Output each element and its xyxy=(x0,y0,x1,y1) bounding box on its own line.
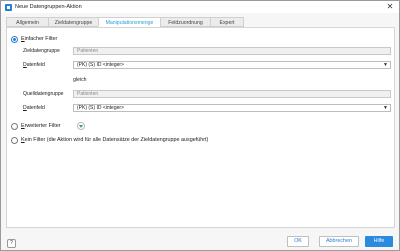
filter-icon[interactable] xyxy=(77,122,85,130)
title-bar: Neue Datengruppen-Aktion ✕ xyxy=(1,1,399,13)
no-filter-radio[interactable] xyxy=(11,137,18,144)
window-title: Neue Datengruppen-Aktion xyxy=(15,4,82,10)
target-group-field: Patienten xyxy=(73,47,391,55)
tab-manipulationsmenge[interactable]: Manipulationsmenge xyxy=(98,17,160,27)
tab-feldzuordnung[interactable]: Feldzuordnung xyxy=(160,17,210,27)
equals-text: gleich xyxy=(73,77,87,83)
source-field-value: (PK) (S) ID <integer> xyxy=(77,105,124,111)
no-filter-label[interactable]: Kein Filter (die Aktion wird für alle Da… xyxy=(21,137,208,143)
app-icon xyxy=(5,3,12,11)
dialog-footer: ? OK Abbrechen Hilfe xyxy=(1,231,399,251)
simple-filter-label[interactable]: Einfacher Filter xyxy=(21,36,57,42)
simple-filter-text: infacher Filter xyxy=(24,36,58,42)
no-filter-text: ein Filter (die Aktion wird für alle Dat… xyxy=(24,137,209,143)
tab-expert[interactable]: Expert xyxy=(210,17,244,27)
extended-filter-text: rweiterter Filter xyxy=(24,123,61,129)
close-button[interactable]: ✕ xyxy=(385,2,395,12)
chevron-down-icon[interactable]: ▼ xyxy=(383,62,388,68)
source-field-label: Datenfeld xyxy=(23,105,45,111)
chevron-down-icon[interactable]: ▼ xyxy=(383,105,388,111)
cancel-button[interactable]: Abbrechen xyxy=(319,236,359,247)
tab-bar: Allgemein Zieldatengruppe Manipulationsm… xyxy=(6,17,244,27)
tab-allgemein[interactable]: Allgemein xyxy=(6,17,48,27)
source-field-select[interactable]: (PK) (S) ID <integer> ▼ xyxy=(73,104,391,112)
dialog-window: Neue Datengruppen-Aktion ✕ Allgemein Zie… xyxy=(0,0,400,251)
tab-panel: Einfacher Filter Zieldatengruppe Patient… xyxy=(6,27,395,228)
target-field-label: Datenfeld xyxy=(23,62,45,68)
tab-zieldatengruppe[interactable]: Zieldatengruppe xyxy=(48,17,98,27)
source-group-field: Patienten xyxy=(73,90,391,98)
ok-button[interactable]: OK xyxy=(287,236,309,247)
source-field-text: atenfeld xyxy=(26,105,45,111)
target-field-value: (PK) (S) ID <integer> xyxy=(77,62,124,68)
target-field-select[interactable]: (PK) (S) ID <integer> ▼ xyxy=(73,61,391,69)
target-field-text: atenfeld xyxy=(26,62,45,68)
extended-filter-radio[interactable] xyxy=(11,123,18,130)
help-button[interactable]: Hilfe xyxy=(365,236,393,247)
help-icon[interactable]: ? xyxy=(7,239,16,248)
target-group-label: Zieldatengruppe xyxy=(23,48,60,54)
source-group-label: Quelldatengruppe xyxy=(23,91,64,97)
extended-filter-label[interactable]: Erweiterter Filter xyxy=(21,123,61,129)
simple-filter-radio[interactable] xyxy=(11,36,18,43)
